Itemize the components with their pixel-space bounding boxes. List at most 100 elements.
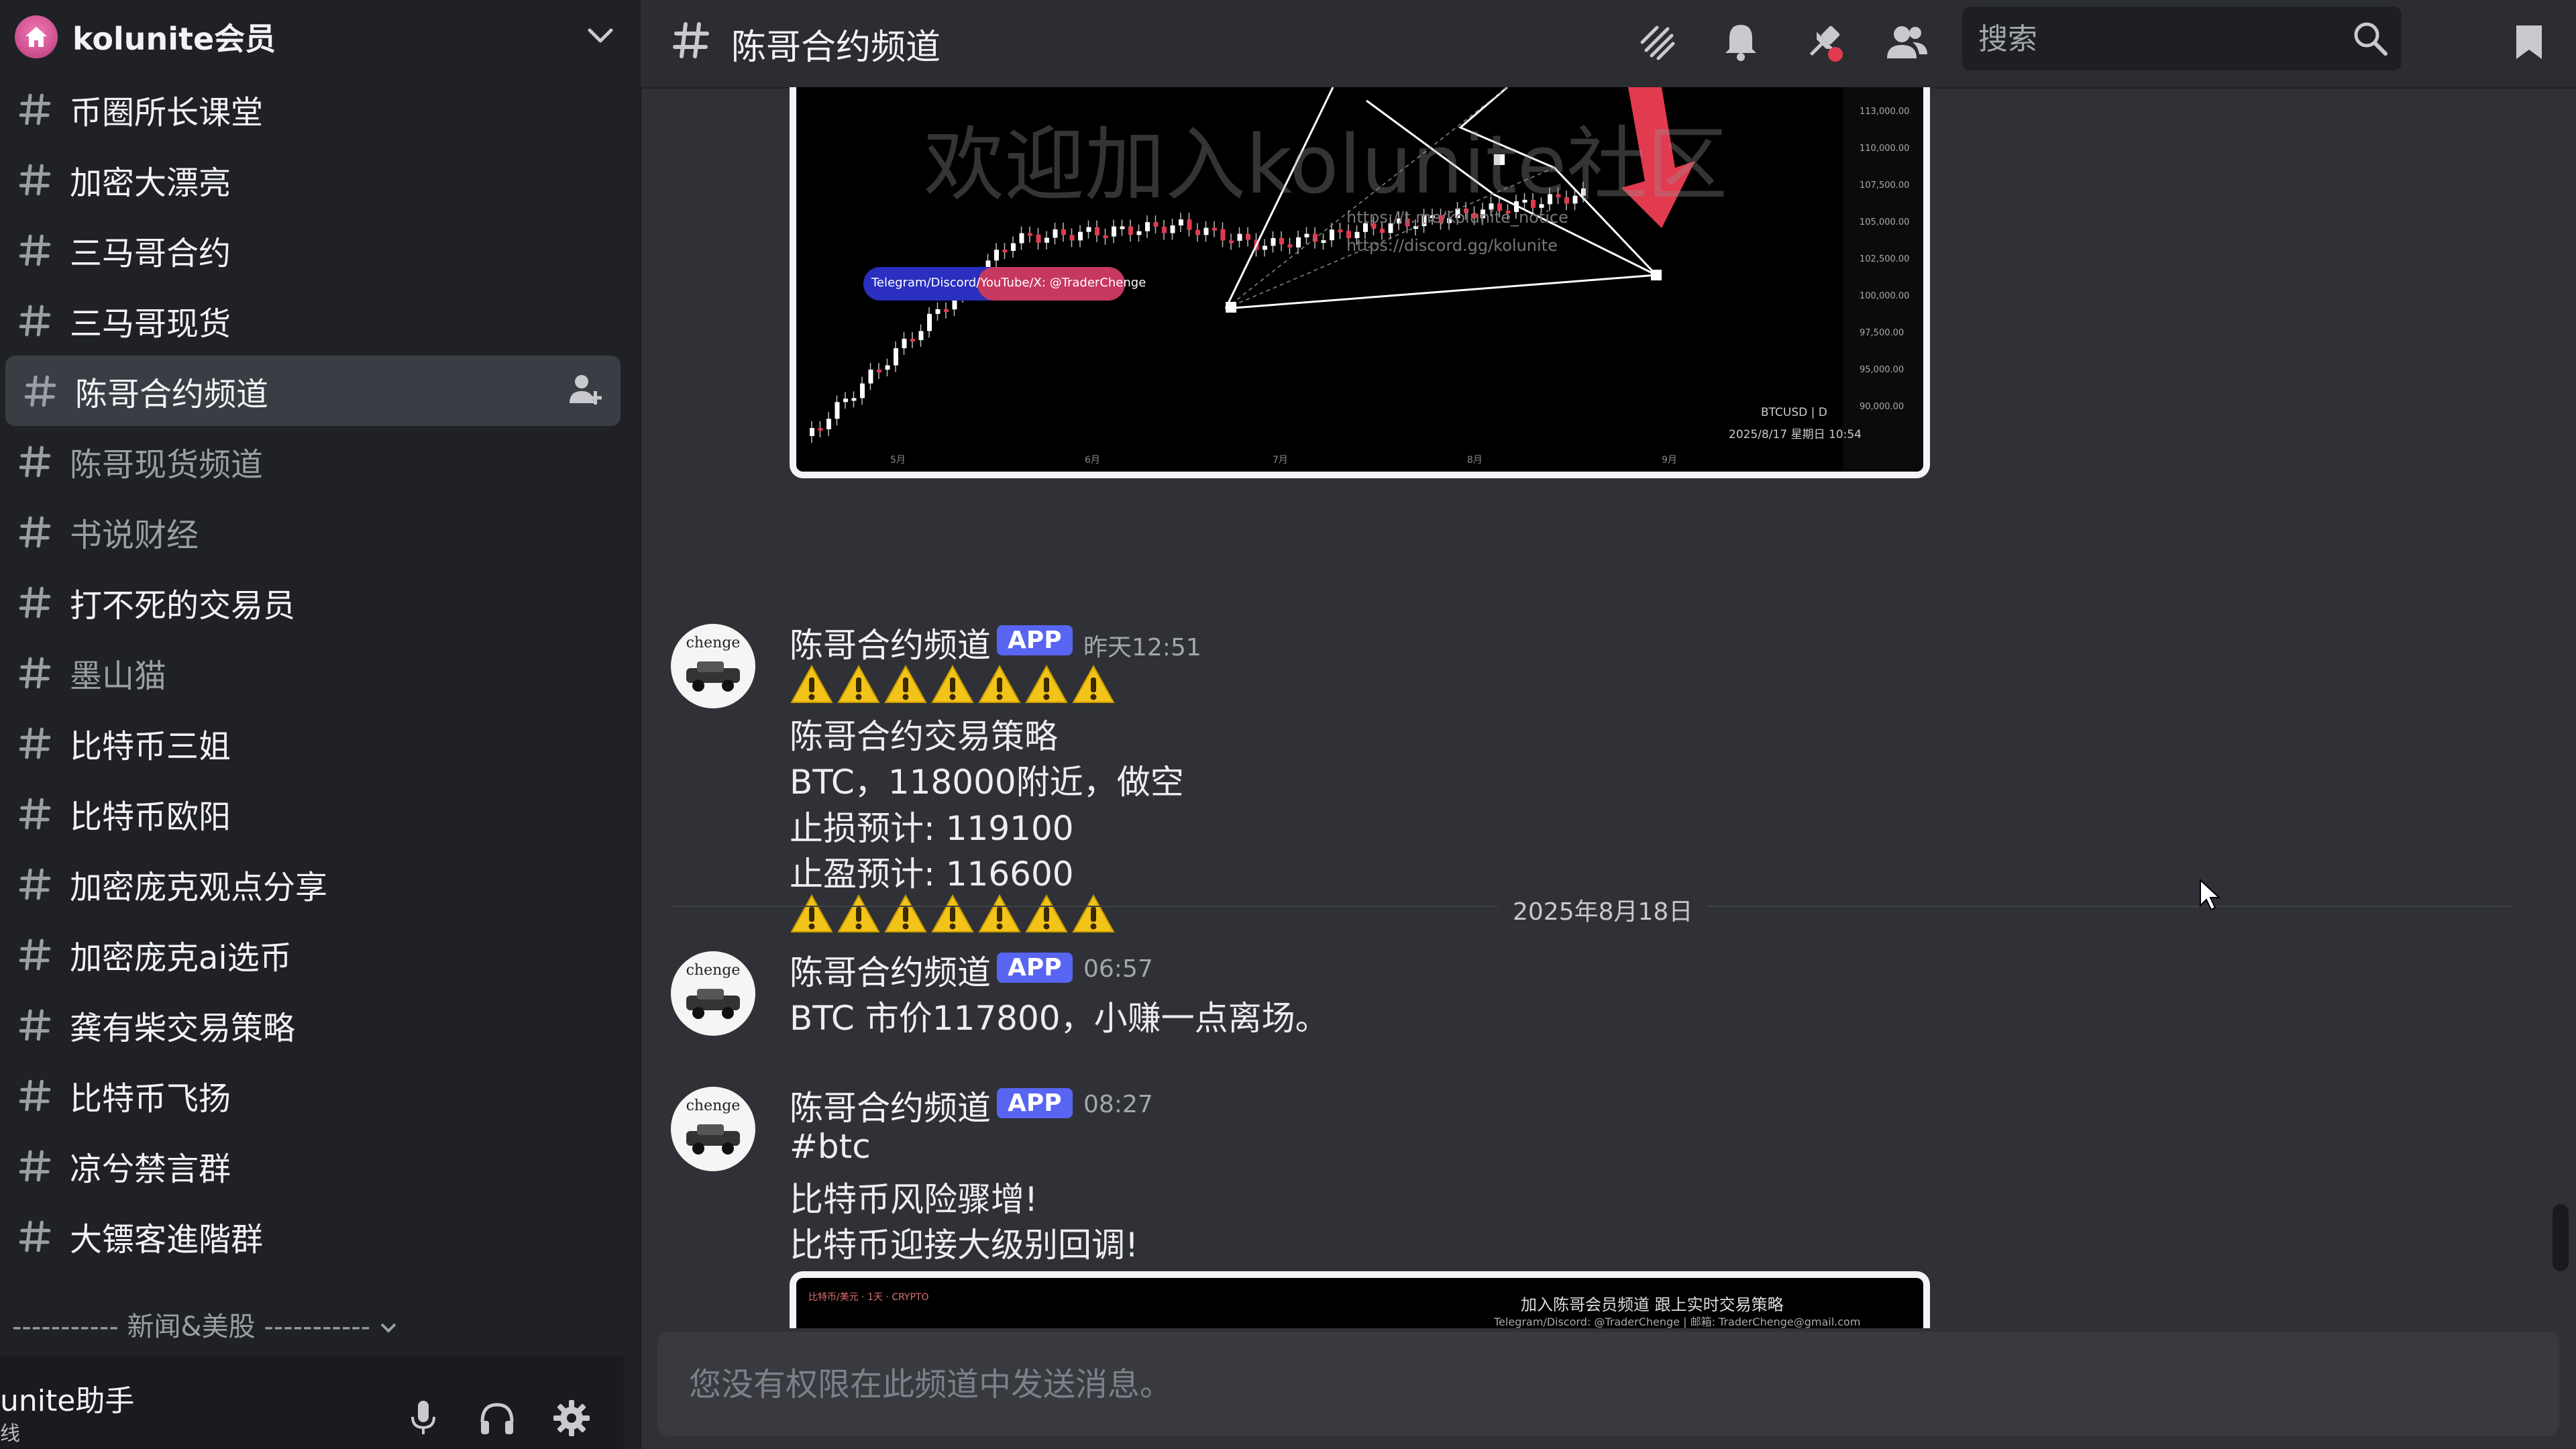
channel-item[interactable]: 比特币飞扬 [0,1060,641,1130]
author-name[interactable]: 陈哥合约频道 [790,946,991,994]
candle-body [1246,233,1250,240]
chevron-down-icon[interactable] [574,28,627,46]
channel-header: 陈哥合约频道 [641,0,2576,89]
candle-body [1330,229,1334,241]
channel-label: 龚有柴交易策略 [70,1009,296,1047]
candle-body [1028,233,1032,236]
hash-icon [15,512,55,552]
candle-body [902,339,907,349]
warning-icon [790,894,834,934]
threads-icon[interactable] [1633,19,1680,66]
candle-body [860,383,865,398]
channel-item[interactable]: 比特币欧阳 [0,778,641,849]
timestamp: 06:57 [1083,955,1153,983]
warning-icon [1071,664,1116,704]
candle-body [1296,237,1301,248]
chart2-title: 加入陈哥会员频道 跟上实时交易策略 [1521,1295,1784,1314]
search-input[interactable] [1977,13,2355,65]
avatar[interactable]: chenge [671,1087,755,1171]
svg-text:107,500.00: 107,500.00 [1860,180,1909,191]
candle-body [1069,235,1075,241]
category-news-stocks[interactable]: ----------- 新闻&美股 ----------- [12,1305,397,1344]
channel-item[interactable]: 加密庞克观点分享 [0,849,641,919]
channel-item[interactable]: 加密庞克ai选币 [0,919,641,989]
channel-sidebar: kolunite会员 币圈所长课堂 加密大漂亮 三马哥合约 三马哥现货 陈哥合约频道 陈哥… [0,0,641,1449]
channel-item[interactable]: 加密大漂亮 [0,144,641,215]
candle-body [868,369,873,384]
channel-item[interactable]: 三马哥现货 [0,285,641,356]
search-box [1962,7,2402,70]
candle-body [1338,229,1343,233]
warning-icon [930,894,975,934]
warning-icon [977,664,1022,704]
channel-item[interactable]: 墨山猫 [0,637,641,708]
author-name[interactable]: 陈哥合约频道 [790,1081,991,1130]
channel-item[interactable]: 书说财经 [0,496,641,567]
message-line: 比特币迎接大级别回调! [790,1226,1139,1265]
channel-item[interactable]: 龚有柴交易策略 [0,989,641,1060]
app-badge: APP [997,1088,1073,1118]
user-status: 线 [0,1422,20,1446]
hash-icon [15,301,55,341]
avatar[interactable]: chenge [671,951,755,1036]
chart2-ticker: 比特币/美元 · 1天 · CRYPTO [808,1292,929,1303]
author-name[interactable]: 陈哥合约频道 [790,619,991,667]
bell-icon[interactable] [1717,19,1764,66]
app-badge: APP [997,625,1073,655]
channel-item[interactable]: 大镖客進階群 [0,1201,641,1271]
svg-text:100,000.00: 100,000.00 [1860,291,1909,301]
message-input[interactable] [688,1358,2502,1410]
warning-icon [837,894,881,934]
candle-body [1380,228,1385,233]
warning-icon [883,894,928,934]
candle-body [1321,240,1326,244]
svg-text:7月: 7月 [1273,455,1288,466]
candle-body [894,348,898,366]
svg-text:113,000.00: 113,000.00 [1860,107,1909,117]
candle-body [1203,227,1209,235]
warning-icon [1071,894,1116,934]
search-icon[interactable] [2352,20,2388,59]
candle-body [818,428,823,431]
candle-body [1212,227,1217,231]
avatar[interactable]: chenge [671,624,755,708]
svg-text:97,500.00: 97,500.00 [1860,328,1904,338]
user-panel: unite助手 线 [0,1355,624,1449]
channel-item[interactable]: 陈哥现货频道 [0,426,641,496]
bookmark-icon[interactable] [2506,19,2553,66]
add-member-icon[interactable] [568,372,603,410]
server-header[interactable]: kolunite会员 [0,0,641,74]
channel-label: 凉兮禁言群 [70,1150,231,1188]
scrollbar-thumb[interactable] [2553,1204,2569,1271]
channel-item[interactable]: 比特币三姐 [0,708,641,778]
chart-image-attachment-2[interactable]: 比特币/美元 · 1天 · CRYPTO 加入陈哥会员频道 跟上实时交易策略 T… [790,1271,1930,1328]
gear-icon[interactable] [547,1394,596,1442]
mouse-cursor-icon [2199,878,2222,915]
channel-item[interactable]: 三马哥合约 [0,215,641,285]
candle-body [1120,226,1125,229]
channel-item[interactable]: 陈哥合约频道 [5,356,621,426]
candle-body [935,309,941,314]
chart-image-attachment[interactable]: 5月 6月 7月 8月 9月 113,000.00 110,000.00 107,500.0… [790,87,1930,478]
members-icon[interactable] [1884,19,1931,66]
mic-icon[interactable] [399,1394,447,1442]
chart2-subtitle: Telegram/Discord: @TraderChenge | 邮箱: Tr… [1494,1316,1861,1328]
channel-item[interactable]: 币圈所长课堂 [0,74,641,144]
headphones-icon[interactable] [473,1394,521,1442]
warning-icon [977,894,1022,934]
channel-item[interactable]: 打不死的交易员 [0,567,641,637]
hash-icon [15,89,55,129]
pin-icon[interactable] [1800,19,1847,66]
hash-icon [15,934,55,975]
candle-body [1128,226,1133,235]
candle-body [885,365,890,370]
candle-body [1103,235,1108,238]
hash-icon [15,160,55,200]
hash-icon [15,864,55,904]
candle-body [910,339,915,342]
channel-label: 加密庞克观点分享 [70,868,328,906]
message-composer [657,1332,2559,1436]
user-name[interactable]: unite助手 [0,1377,134,1419]
message-line: 止损预计: 119100 [790,809,1074,848]
channel-item[interactable]: 凉兮禁言群 [0,1130,641,1201]
